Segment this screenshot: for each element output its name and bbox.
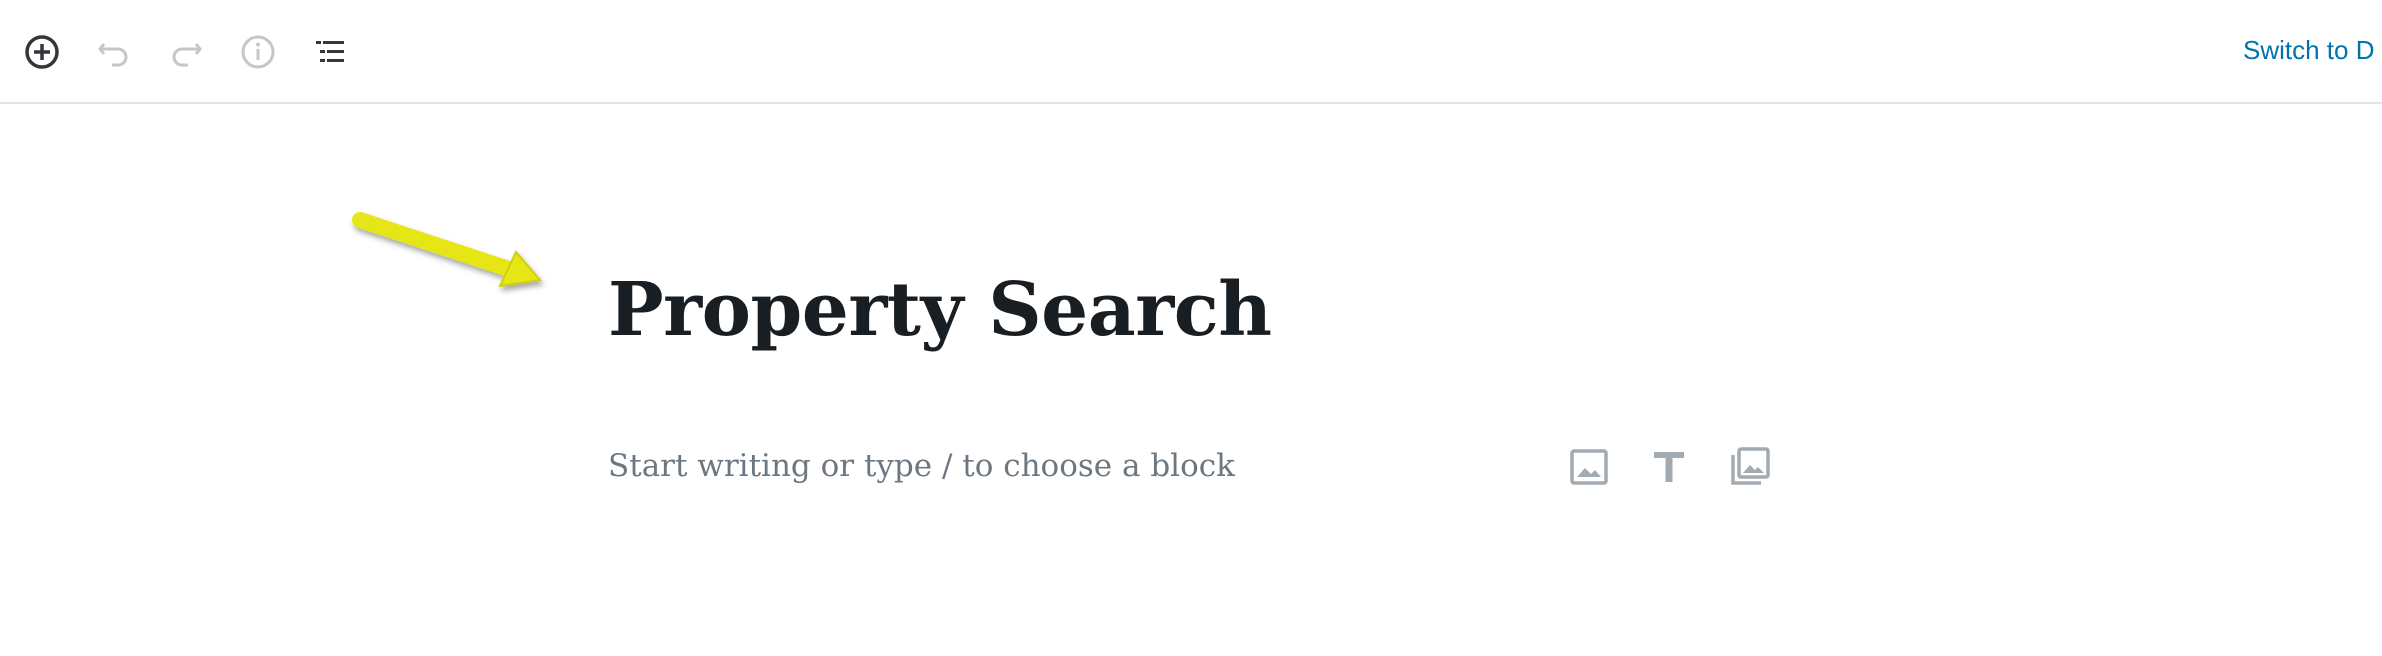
insert-heading-block-button[interactable] [1642,440,1696,494]
heading-icon [1654,452,1684,482]
list-outline-icon [316,41,344,62]
plus-circle-icon [25,35,59,69]
redo-icon [172,43,202,67]
info-icon [241,35,275,69]
default-block-appender[interactable]: Start writing or type / to choose a bloc… [608,440,1235,492]
insert-image-block-button[interactable] [1562,440,1616,494]
add-block-button[interactable] [18,28,66,76]
image-icon [1570,449,1608,485]
undo-button[interactable] [90,28,138,76]
block-navigation-button[interactable] [306,28,354,76]
gallery-icon [1731,447,1770,485]
post-title[interactable]: Property Search [608,255,1272,365]
redo-button[interactable] [162,28,210,76]
undo-icon [98,43,128,67]
insert-gallery-block-button[interactable] [1723,440,1777,494]
switch-to-draft-link[interactable]: Switch to D [2243,30,2375,70]
editor-header-toolbar: Switch to D [0,0,2382,104]
annotation-arrow-icon [352,212,542,288]
content-info-button[interactable] [234,28,282,76]
